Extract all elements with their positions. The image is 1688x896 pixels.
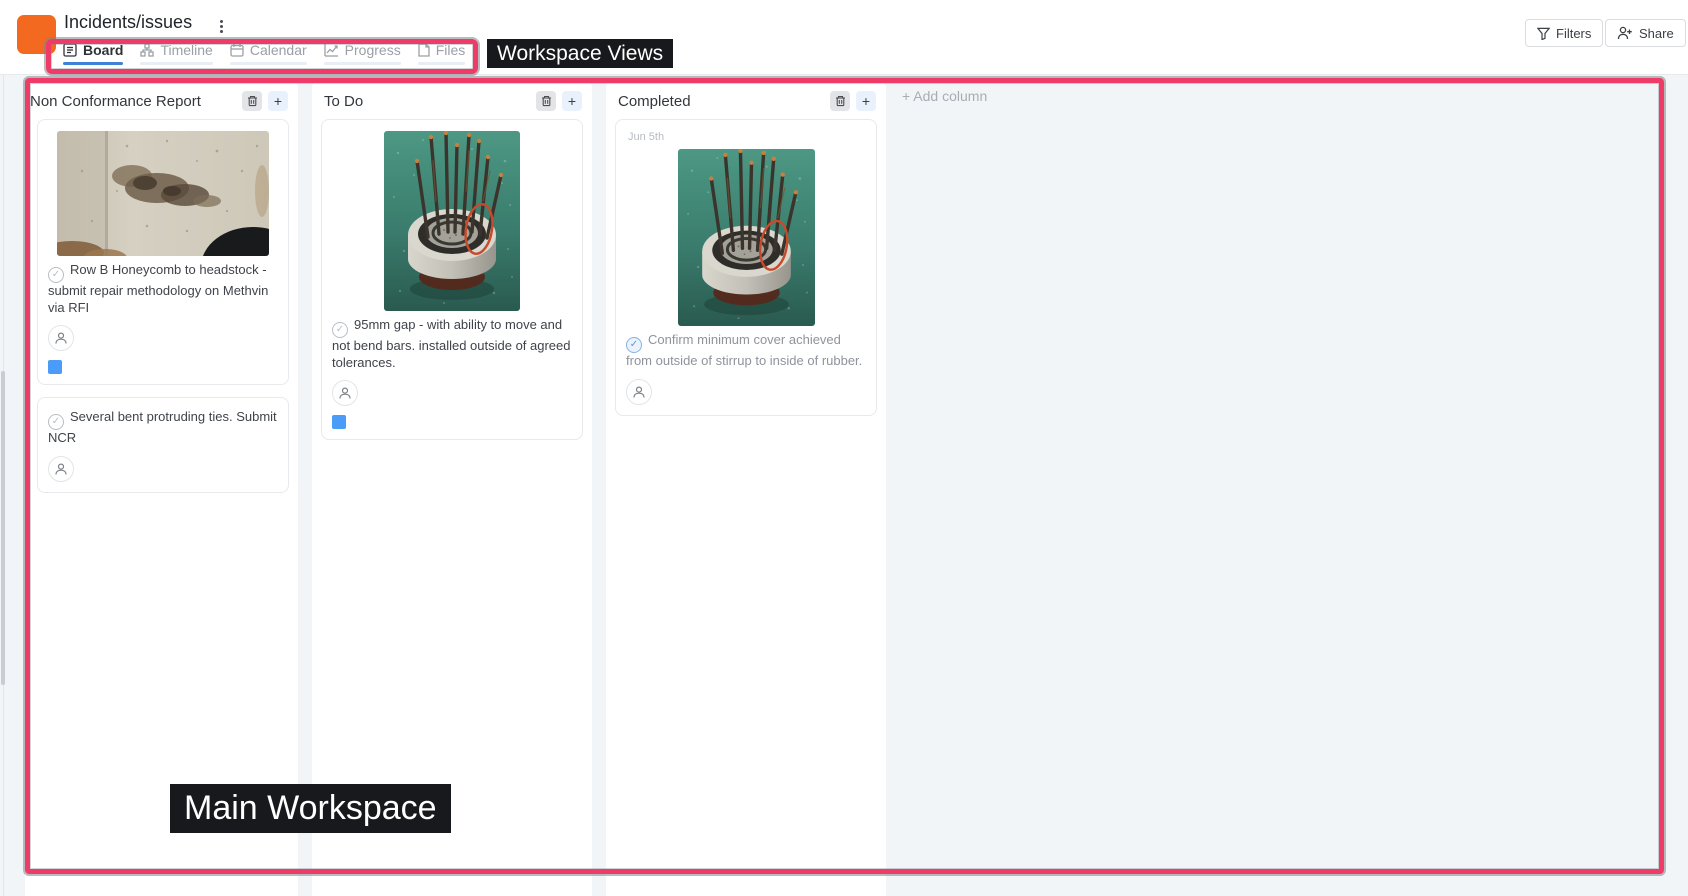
trash-icon — [541, 95, 552, 107]
share-label: Share — [1639, 26, 1674, 41]
column-title[interactable]: Completed — [618, 93, 830, 110]
plus-icon: + — [274, 94, 282, 108]
column-completed: Completed + Jun 5th — [606, 80, 886, 896]
tab-label: Progress — [345, 42, 401, 58]
assignee-avatar[interactable] — [48, 325, 74, 351]
delete-column-button[interactable] — [536, 91, 556, 111]
column-to-do: To Do + — [312, 80, 592, 896]
assignee-avatar[interactable] — [626, 379, 652, 405]
label-chip-blue — [332, 415, 346, 429]
card-title: Confirm minimum cover achieved from outs… — [626, 332, 862, 368]
card-image-marine-pile — [678, 149, 815, 326]
card-image-marine-pile — [384, 131, 520, 311]
label-chip-blue — [48, 360, 62, 374]
tab-label: Timeline — [160, 42, 212, 58]
tab-calendar[interactable]: Calendar — [230, 42, 307, 65]
column-non-conformance-report: Non Conformance Report + — [25, 80, 298, 896]
calendar-icon — [230, 43, 244, 57]
column-title[interactable]: Non Conformance Report — [30, 93, 242, 110]
tab-board[interactable]: Board — [63, 42, 123, 65]
add-column-button[interactable]: + Add column — [902, 88, 987, 104]
column-title[interactable]: To Do — [324, 93, 536, 110]
assignee-avatar[interactable] — [48, 456, 74, 482]
plus-icon: + — [568, 94, 576, 108]
files-icon — [418, 43, 430, 57]
add-card-button[interactable]: + — [268, 91, 288, 111]
check-circle-icon-checked[interactable]: ✓ — [626, 337, 642, 353]
card-due-date: Jun 5th — [628, 131, 866, 143]
tab-progress[interactable]: Progress — [324, 42, 401, 65]
add-card-button[interactable]: + — [856, 91, 876, 111]
delete-column-button[interactable] — [242, 91, 262, 111]
card-title: Row B Honeycomb to headstock - submit re… — [48, 262, 268, 315]
tab-files[interactable]: Files — [418, 42, 466, 65]
tab-label: Board — [83, 42, 123, 58]
workspace-view-tabs: Board Timeline Calendar — [63, 42, 465, 65]
app-screen: Incidents/issues Board Timeline — [0, 0, 1688, 896]
board-icon — [63, 43, 77, 57]
card-title: Several bent protruding ties. Submit NCR — [48, 409, 277, 445]
filters-button[interactable]: Filters — [1525, 19, 1603, 47]
progress-icon — [324, 43, 339, 57]
app-logo[interactable] — [17, 15, 56, 54]
check-circle-icon[interactable]: ✓ — [48, 414, 64, 430]
left-scrollbar-thumb[interactable] — [1, 371, 5, 685]
timeline-icon — [140, 43, 154, 57]
page-title: Incidents/issues — [64, 12, 192, 33]
funnel-icon — [1537, 27, 1550, 40]
app-header: Incidents/issues Board Timeline — [0, 0, 1688, 75]
trash-icon — [247, 95, 258, 107]
card-row-b-honeycomb[interactable]: ✓Row B Honeycomb to headstock - submit r… — [37, 119, 289, 385]
filters-label: Filters — [1556, 26, 1591, 41]
assignee-avatar[interactable] — [332, 380, 358, 406]
share-button[interactable]: Share — [1605, 19, 1686, 47]
trash-icon — [835, 95, 846, 107]
check-circle-icon[interactable]: ✓ — [332, 322, 348, 338]
card-confirm-minimum-cover[interactable]: Jun 5th ✓Confirm minimum cover achieved … — [615, 119, 877, 416]
delete-column-button[interactable] — [830, 91, 850, 111]
tab-label: Files — [436, 42, 466, 58]
tab-timeline[interactable]: Timeline — [140, 42, 212, 65]
kebab-menu-icon[interactable] — [213, 17, 229, 35]
plus-icon: + — [862, 94, 870, 108]
tab-label: Calendar — [250, 42, 307, 58]
card-title: 95mm gap - with ability to move and not … — [332, 317, 571, 370]
card-bent-ties[interactable]: ✓Several bent protruding ties. Submit NC… — [37, 397, 289, 493]
board-area: Non Conformance Report + — [0, 75, 1688, 896]
add-card-button[interactable]: + — [562, 91, 582, 111]
share-person-icon — [1617, 26, 1633, 40]
card-95mm-gap[interactable]: ✓95mm gap - with ability to move and not… — [321, 119, 583, 440]
check-circle-icon[interactable]: ✓ — [48, 267, 64, 283]
card-image-concrete-honeycomb — [57, 131, 269, 256]
